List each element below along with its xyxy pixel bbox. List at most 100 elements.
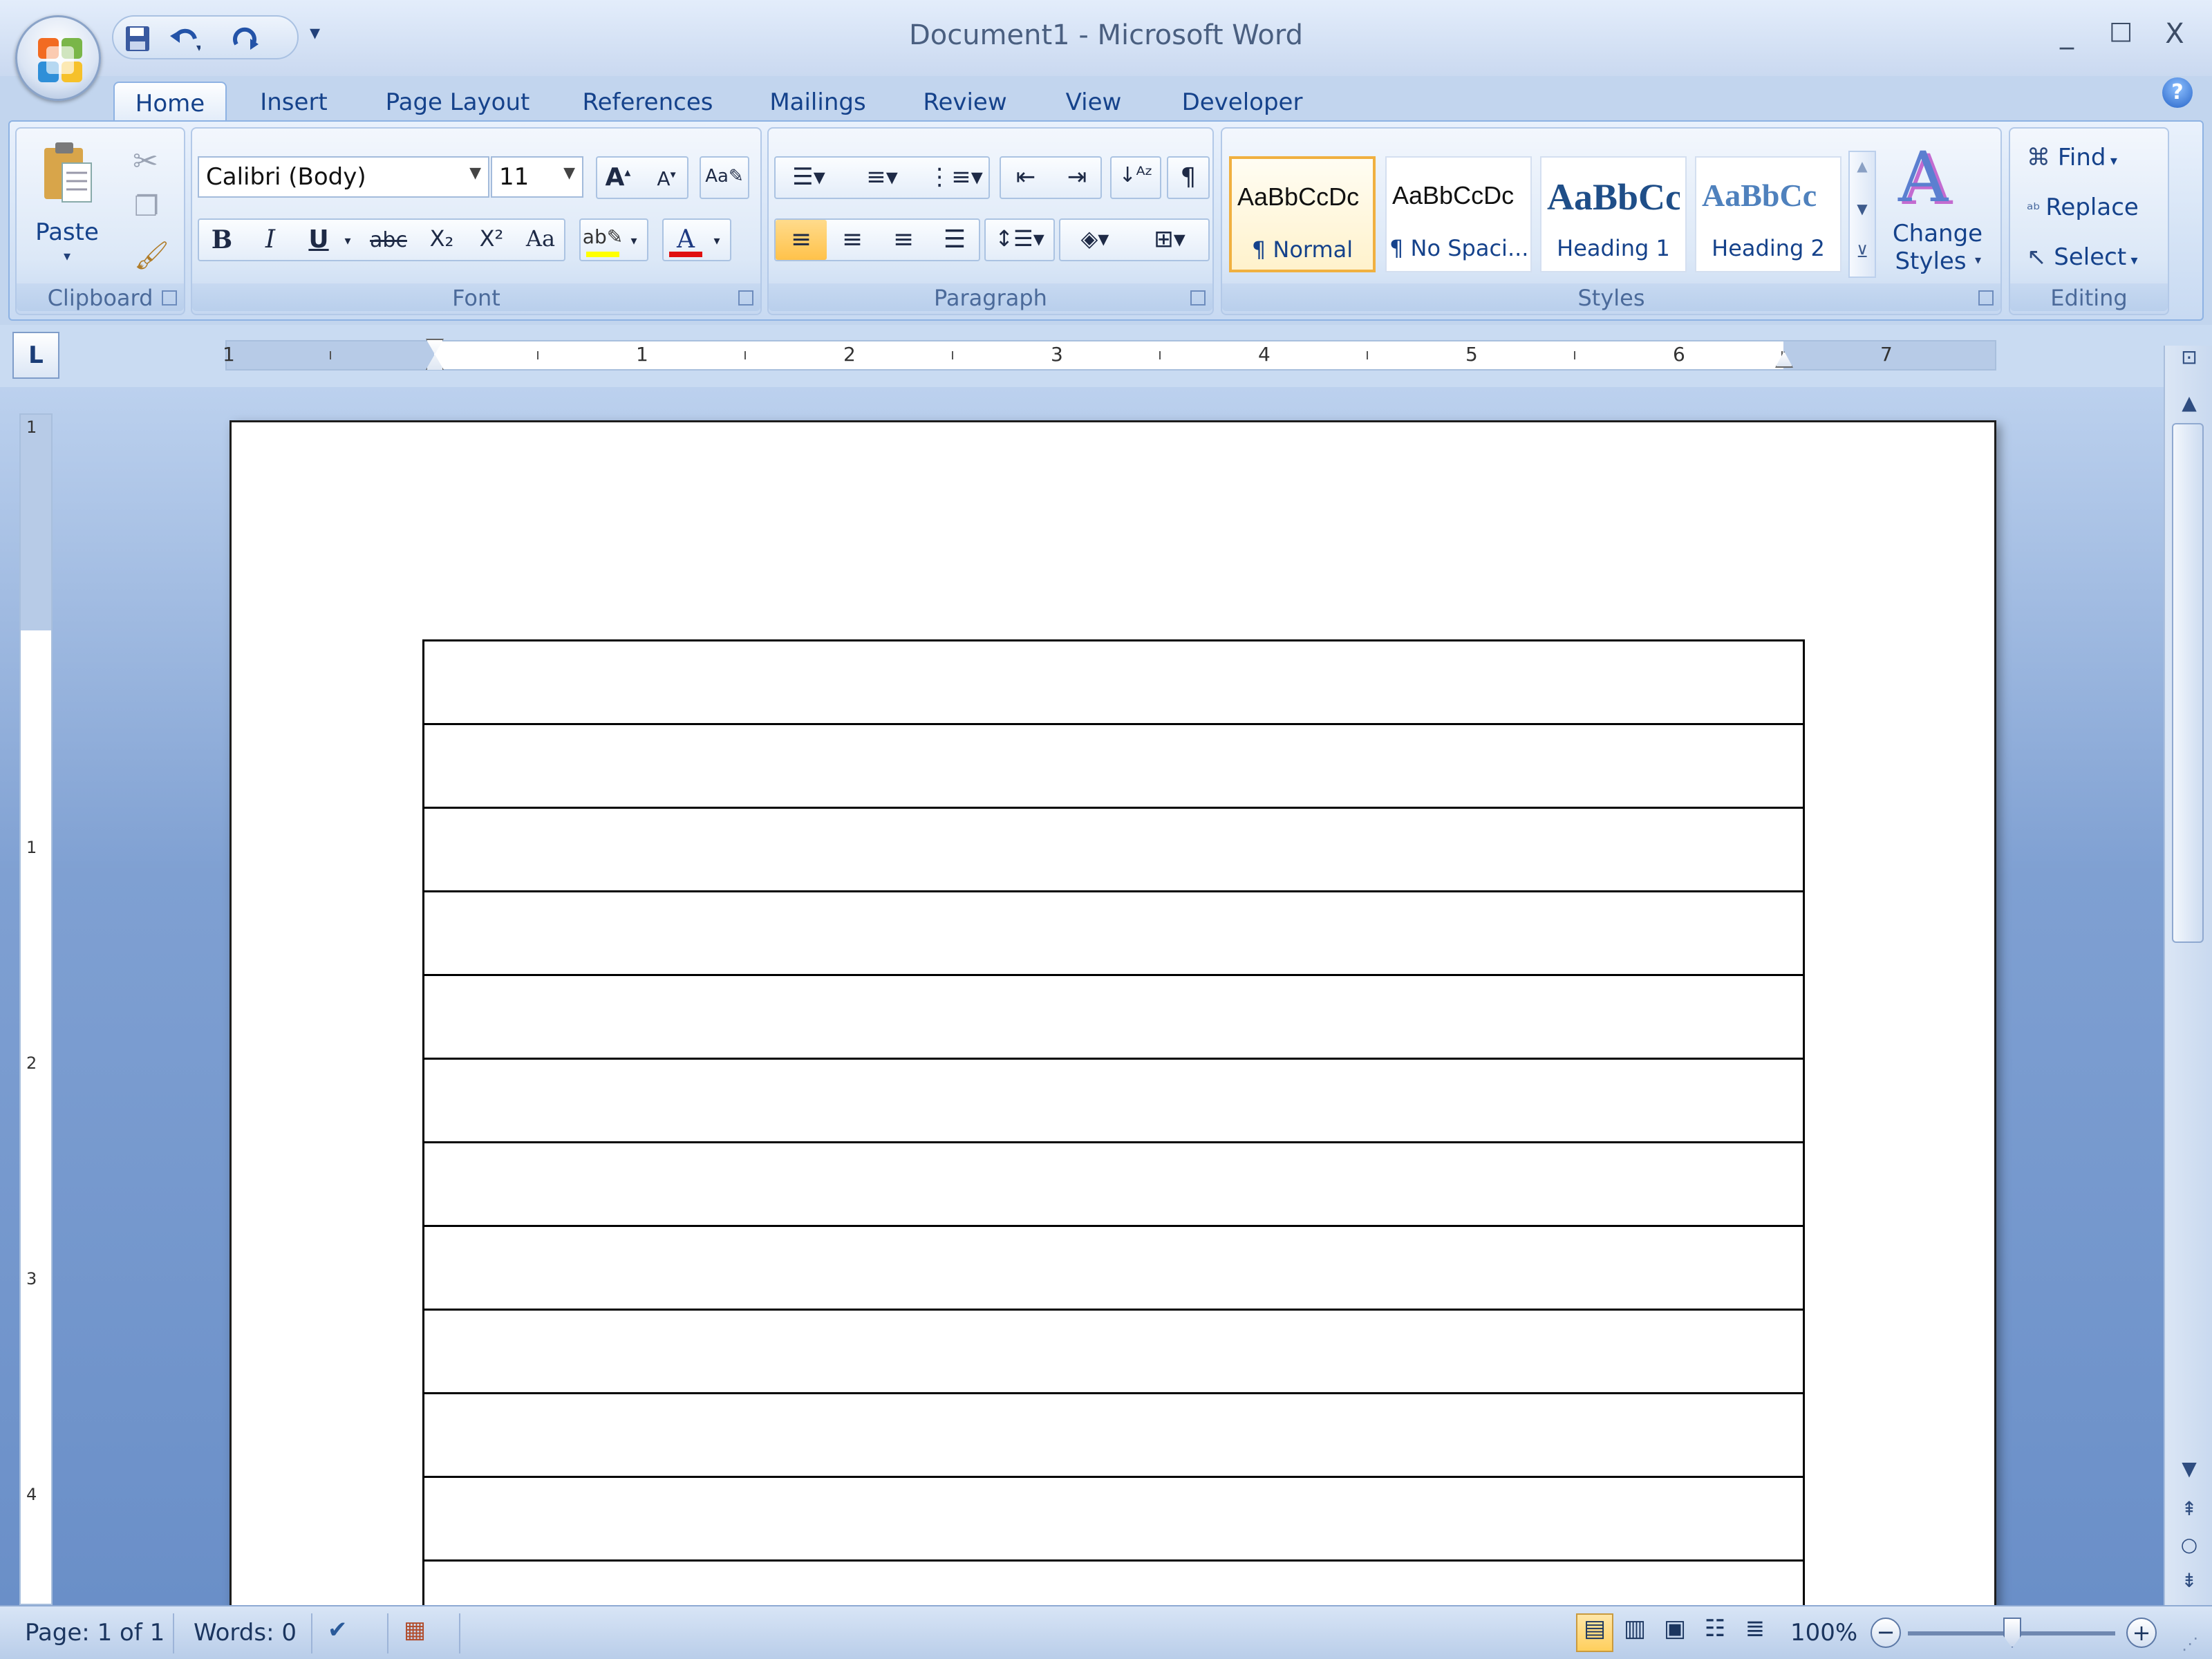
- proofing-icon[interactable]: ✔: [328, 1616, 348, 1644]
- line-spacing-button[interactable]: ↕☰▾: [984, 218, 1055, 261]
- shading-button[interactable]: ◈▾: [1060, 225, 1130, 252]
- table-cell[interactable]: [422, 1559, 1805, 1605]
- table-cell[interactable]: [422, 1058, 1805, 1143]
- table-cell[interactable]: [422, 1141, 1805, 1227]
- underline-button[interactable]: U: [296, 225, 341, 254]
- highlight-button[interactable]: ab✎ ▾: [579, 218, 648, 261]
- word-count[interactable]: Words: 0: [194, 1619, 297, 1647]
- outline-view-button[interactable]: ☷: [1696, 1613, 1734, 1652]
- align-right-button[interactable]: ≡: [878, 225, 929, 254]
- zoom-level[interactable]: 100%: [1790, 1619, 1857, 1647]
- tab-references[interactable]: References: [567, 82, 729, 122]
- font-size-combo[interactable]: 11 ▼: [491, 156, 583, 198]
- font-size-dropdown-icon[interactable]: ▼: [563, 165, 575, 182]
- tab-mailings[interactable]: Mailings: [753, 82, 882, 122]
- tab-developer[interactable]: Developer: [1168, 82, 1316, 122]
- close-button[interactable]: X: [2154, 18, 2195, 59]
- highlight-dropdown-icon[interactable]: ▾: [624, 234, 644, 248]
- cut-icon[interactable]: ✂: [133, 144, 158, 179]
- superscript-button[interactable]: X²: [469, 225, 514, 252]
- tab-insert[interactable]: Insert: [243, 82, 344, 122]
- zoom-in-button[interactable]: +: [2126, 1618, 2157, 1648]
- resize-grip-icon[interactable]: ⋰: [2182, 1634, 2198, 1653]
- table-cell[interactable]: [422, 890, 1805, 976]
- paste-button[interactable]: Paste ▾: [22, 133, 112, 275]
- borders-button[interactable]: ⊞▾: [1135, 225, 1204, 253]
- vertical-scrollbar[interactable]: ⊡ ▲ ▼ ⇞ ○ ⇟: [2164, 346, 2212, 1605]
- gallery-more-icon[interactable]: ⊻: [1850, 242, 1875, 261]
- underline-dropdown-icon[interactable]: ▾: [337, 234, 358, 248]
- strikethrough-button[interactable]: abc: [359, 228, 418, 252]
- tab-page-layout[interactable]: Page Layout: [373, 82, 542, 122]
- font-color-dropdown-icon[interactable]: ▾: [706, 234, 727, 248]
- web-layout-view-button[interactable]: ▣: [1656, 1613, 1694, 1652]
- paragraph-launcher-icon[interactable]: [1190, 290, 1206, 306]
- office-button[interactable]: [15, 15, 101, 101]
- maximize-button[interactable]: □: [2100, 17, 2141, 58]
- table-cell[interactable]: [422, 1225, 1805, 1311]
- table-cell[interactable]: [422, 974, 1805, 1060]
- scroll-down-arrow[interactable]: ▼: [2165, 1457, 2212, 1480]
- vertical-ruler[interactable]: 1 1 2 3 4: [19, 413, 53, 1605]
- change-styles-button[interactable]: A Change Styles ▾: [1886, 137, 1989, 275]
- ruler-toggle-icon[interactable]: ⊡: [2165, 346, 2212, 368]
- scroll-up-arrow[interactable]: ▲: [2165, 391, 2212, 414]
- save-icon[interactable]: [122, 24, 153, 54]
- sort-button[interactable]: ↓ᴬᶻ: [1110, 156, 1161, 199]
- previous-page-icon[interactable]: ⇞: [2165, 1497, 2212, 1520]
- style-normal[interactable]: AaBbCcDc ¶ Normal: [1229, 156, 1376, 272]
- style-heading-1[interactable]: AaBbCc Heading 1: [1540, 156, 1687, 272]
- select-browse-object-icon[interactable]: ○: [2165, 1533, 2212, 1556]
- select-button[interactable]: ↖ Select ▾: [2027, 243, 2138, 271]
- multilevel-list-button[interactable]: ⋮≡▾: [921, 163, 990, 191]
- font-name-combo[interactable]: Calibri (Body) ▼: [198, 156, 489, 198]
- align-left-button[interactable]: ≡: [776, 220, 827, 260]
- table-cell[interactable]: [422, 723, 1805, 809]
- change-case-button[interactable]: Aa: [514, 225, 567, 252]
- scroll-thumb[interactable]: [2172, 423, 2204, 943]
- numbering-button[interactable]: ≡▾: [847, 163, 917, 191]
- undo-icon[interactable]: ▾: [169, 24, 200, 54]
- increase-indent-icon[interactable]: ⇥: [1052, 163, 1102, 191]
- next-page-icon[interactable]: ⇟: [2165, 1569, 2212, 1592]
- tab-selector-button[interactable]: L: [12, 332, 59, 379]
- italic-button[interactable]: I: [247, 225, 293, 254]
- gallery-up-icon[interactable]: ▲: [1850, 158, 1875, 174]
- print-layout-view-button[interactable]: ▤: [1576, 1613, 1613, 1652]
- macro-recording-icon[interactable]: ▦: [404, 1616, 426, 1644]
- font-name-dropdown-icon[interactable]: ▼: [469, 165, 481, 182]
- replace-button[interactable]: ᵃᵇ Replace: [2027, 194, 2139, 221]
- decrease-indent-icon[interactable]: ⇤: [1001, 163, 1051, 191]
- subscript-button[interactable]: X₂: [419, 225, 465, 252]
- show-formatting-button[interactable]: ¶: [1167, 156, 1210, 199]
- minimize-button[interactable]: _: [2046, 18, 2088, 59]
- tab-review[interactable]: Review: [910, 82, 1020, 122]
- font-launcher-icon[interactable]: [738, 290, 753, 306]
- table-cell[interactable]: [422, 1392, 1805, 1478]
- redo-icon[interactable]: [229, 24, 261, 54]
- gallery-down-icon[interactable]: ▼: [1850, 200, 1875, 217]
- copy-icon[interactable]: ❐: [134, 191, 159, 223]
- document-page[interactable]: [229, 420, 1996, 1605]
- shrink-font-icon[interactable]: A▾: [646, 167, 687, 190]
- full-screen-reading-view-button[interactable]: ▥: [1616, 1613, 1653, 1652]
- table-cell[interactable]: [422, 1309, 1805, 1394]
- table-cell[interactable]: [422, 639, 1805, 725]
- zoom-slider-thumb[interactable]: [2003, 1618, 2021, 1648]
- table-cell[interactable]: [422, 1476, 1805, 1562]
- zoom-out-button[interactable]: −: [1871, 1618, 1901, 1648]
- customize-qat-icon[interactable]: ▾: [310, 21, 320, 45]
- table-cell[interactable]: [422, 807, 1805, 892]
- document-table[interactable]: [422, 639, 1805, 1605]
- clear-formatting-button[interactable]: Aa✎: [700, 156, 749, 199]
- bullets-button[interactable]: ☰▾: [776, 163, 842, 191]
- style-no-spacing[interactable]: AaBbCcDc ¶ No Spaci...: [1385, 156, 1532, 272]
- find-button[interactable]: ⌘ Find ▾: [2027, 144, 2117, 171]
- format-painter-icon[interactable]: 🖌: [134, 239, 169, 272]
- styles-launcher-icon[interactable]: [1978, 290, 1994, 306]
- align-center-button[interactable]: ≡: [827, 225, 878, 254]
- tab-view[interactable]: View: [1051, 82, 1136, 122]
- font-color-button[interactable]: A ▾: [662, 218, 731, 261]
- draft-view-button[interactable]: ≣: [1736, 1613, 1774, 1652]
- horizontal-ruler[interactable]: 1 1 2 3 4 5 6 7: [223, 339, 1996, 371]
